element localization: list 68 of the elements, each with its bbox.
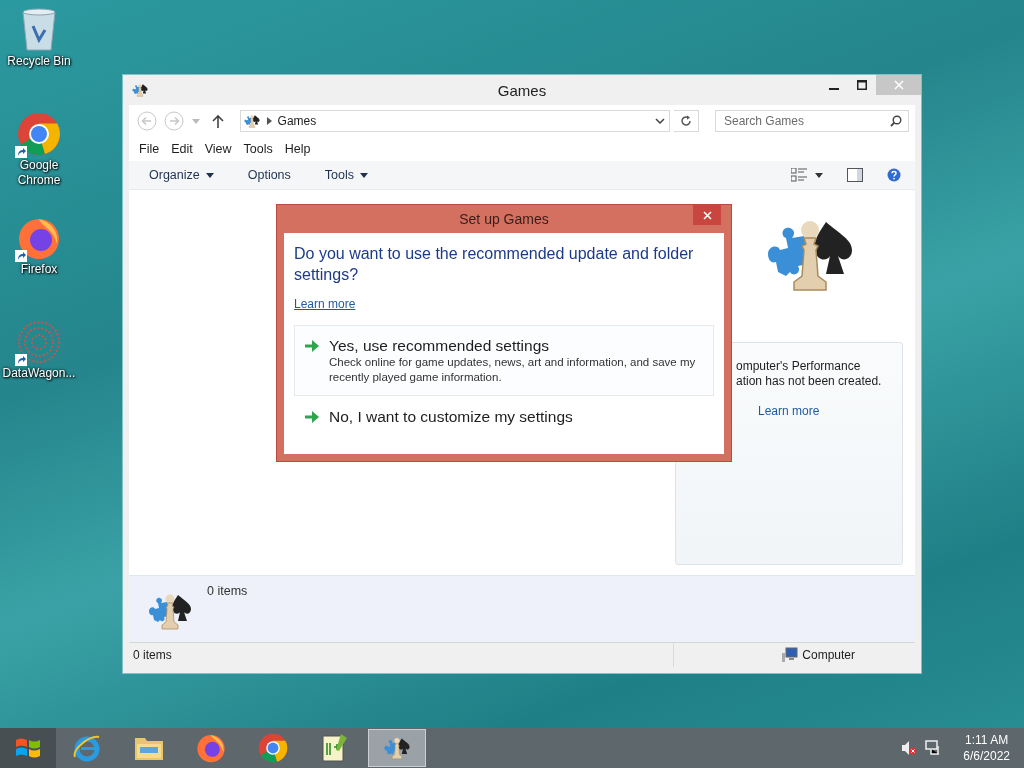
dropdown-chevron-icon[interactable] bbox=[655, 118, 665, 124]
status-item-count: 0 items bbox=[133, 648, 172, 662]
computer-icon bbox=[782, 647, 799, 663]
details-view-icon bbox=[791, 168, 807, 182]
toolbar-button[interactable]: Organize bbox=[141, 165, 222, 185]
close-button[interactable] bbox=[693, 205, 721, 225]
preview-pane-button[interactable] bbox=[845, 166, 865, 184]
address-path[interactable]: Games bbox=[277, 114, 649, 128]
desktop-icon-label[interactable]: DataWagon... bbox=[1, 366, 77, 381]
command-link-option[interactable]: Yes, use recommended settings Check online for game updates, news, art and information, and save my recently played game information. bbox=[294, 325, 714, 396]
learn-more-link[interactable]: Learn more bbox=[758, 404, 820, 419]
caret-icon bbox=[815, 172, 823, 178]
firefox-icon bbox=[196, 733, 226, 763]
desktop-icon-label[interactable]: Firefox bbox=[1, 262, 77, 277]
performance-info-text: omputer's Performance bbox=[736, 359, 862, 374]
close-icon bbox=[893, 80, 904, 90]
muted-speaker-icon[interactable] bbox=[901, 740, 918, 756]
toolbar-button[interactable]: Tools bbox=[316, 165, 376, 185]
taskbar-app-button[interactable] bbox=[368, 729, 426, 767]
up-arrow-icon bbox=[212, 114, 225, 128]
preview-pane-icon bbox=[847, 168, 863, 182]
menu-item[interactable]: Tools bbox=[237, 142, 279, 156]
command-link-option[interactable]: No, I want to customize my settings bbox=[294, 396, 714, 437]
help-icon bbox=[887, 168, 901, 182]
search-field[interactable]: Search Games bbox=[715, 110, 909, 132]
window-title: Games bbox=[497, 81, 547, 99]
network-icon[interactable] bbox=[925, 740, 942, 756]
caret-icon bbox=[360, 172, 368, 178]
refresh-icon bbox=[680, 115, 692, 127]
windows-logo-icon bbox=[15, 736, 41, 760]
desktop-icon-label[interactable]: Recycle Bin bbox=[1, 54, 77, 69]
arrow-icon bbox=[305, 340, 319, 352]
performance-info-text: ation has not been created. bbox=[736, 374, 883, 389]
internet-explorer-icon bbox=[72, 733, 102, 763]
caret-icon bbox=[191, 118, 200, 124]
clock-time[interactable]: 1:11 AM bbox=[965, 732, 1009, 748]
datawagon-icon bbox=[17, 320, 61, 364]
toolbar-button[interactable]: Options bbox=[239, 165, 299, 185]
dialog-title: Set up Games bbox=[459, 211, 549, 227]
menu-item[interactable]: File bbox=[133, 142, 166, 156]
dialog-question: Do you want to use the recommended update and folder settings? bbox=[294, 244, 695, 285]
status-zone: Computer bbox=[802, 648, 855, 662]
firefox-icon bbox=[17, 216, 61, 260]
menu-item[interactable]: View bbox=[198, 142, 238, 156]
item-count: 0 items bbox=[207, 584, 248, 598]
chrome-icon bbox=[258, 733, 288, 763]
arrow-icon bbox=[305, 411, 319, 423]
recycle-bin-icon bbox=[19, 8, 59, 52]
clock-date[interactable]: 6/6/2022 bbox=[963, 748, 1010, 764]
refresh-button[interactable] bbox=[674, 110, 699, 132]
caret-icon bbox=[205, 172, 214, 178]
games-icon bbox=[242, 112, 261, 130]
menu-item[interactable]: Edit bbox=[165, 142, 199, 156]
games-icon bbox=[131, 81, 149, 99]
start-button[interactable] bbox=[0, 728, 56, 768]
chrome-icon bbox=[17, 112, 61, 156]
minimize-icon bbox=[829, 87, 839, 90]
maximize-icon bbox=[857, 80, 867, 90]
view-options-button[interactable] bbox=[789, 166, 825, 184]
address-bar[interactable]: Games bbox=[239, 110, 670, 132]
learn-more-link[interactable]: Learn more bbox=[294, 297, 356, 311]
close-icon bbox=[702, 210, 712, 220]
help-button[interactable] bbox=[885, 166, 903, 184]
notepad-plus-plus-icon bbox=[321, 733, 349, 763]
menu-item[interactable]: Help bbox=[278, 142, 317, 156]
desktop-icon-label[interactable]: Google Chrome bbox=[1, 158, 77, 188]
search-icon[interactable] bbox=[890, 115, 902, 127]
chevron-icon bbox=[266, 117, 272, 125]
